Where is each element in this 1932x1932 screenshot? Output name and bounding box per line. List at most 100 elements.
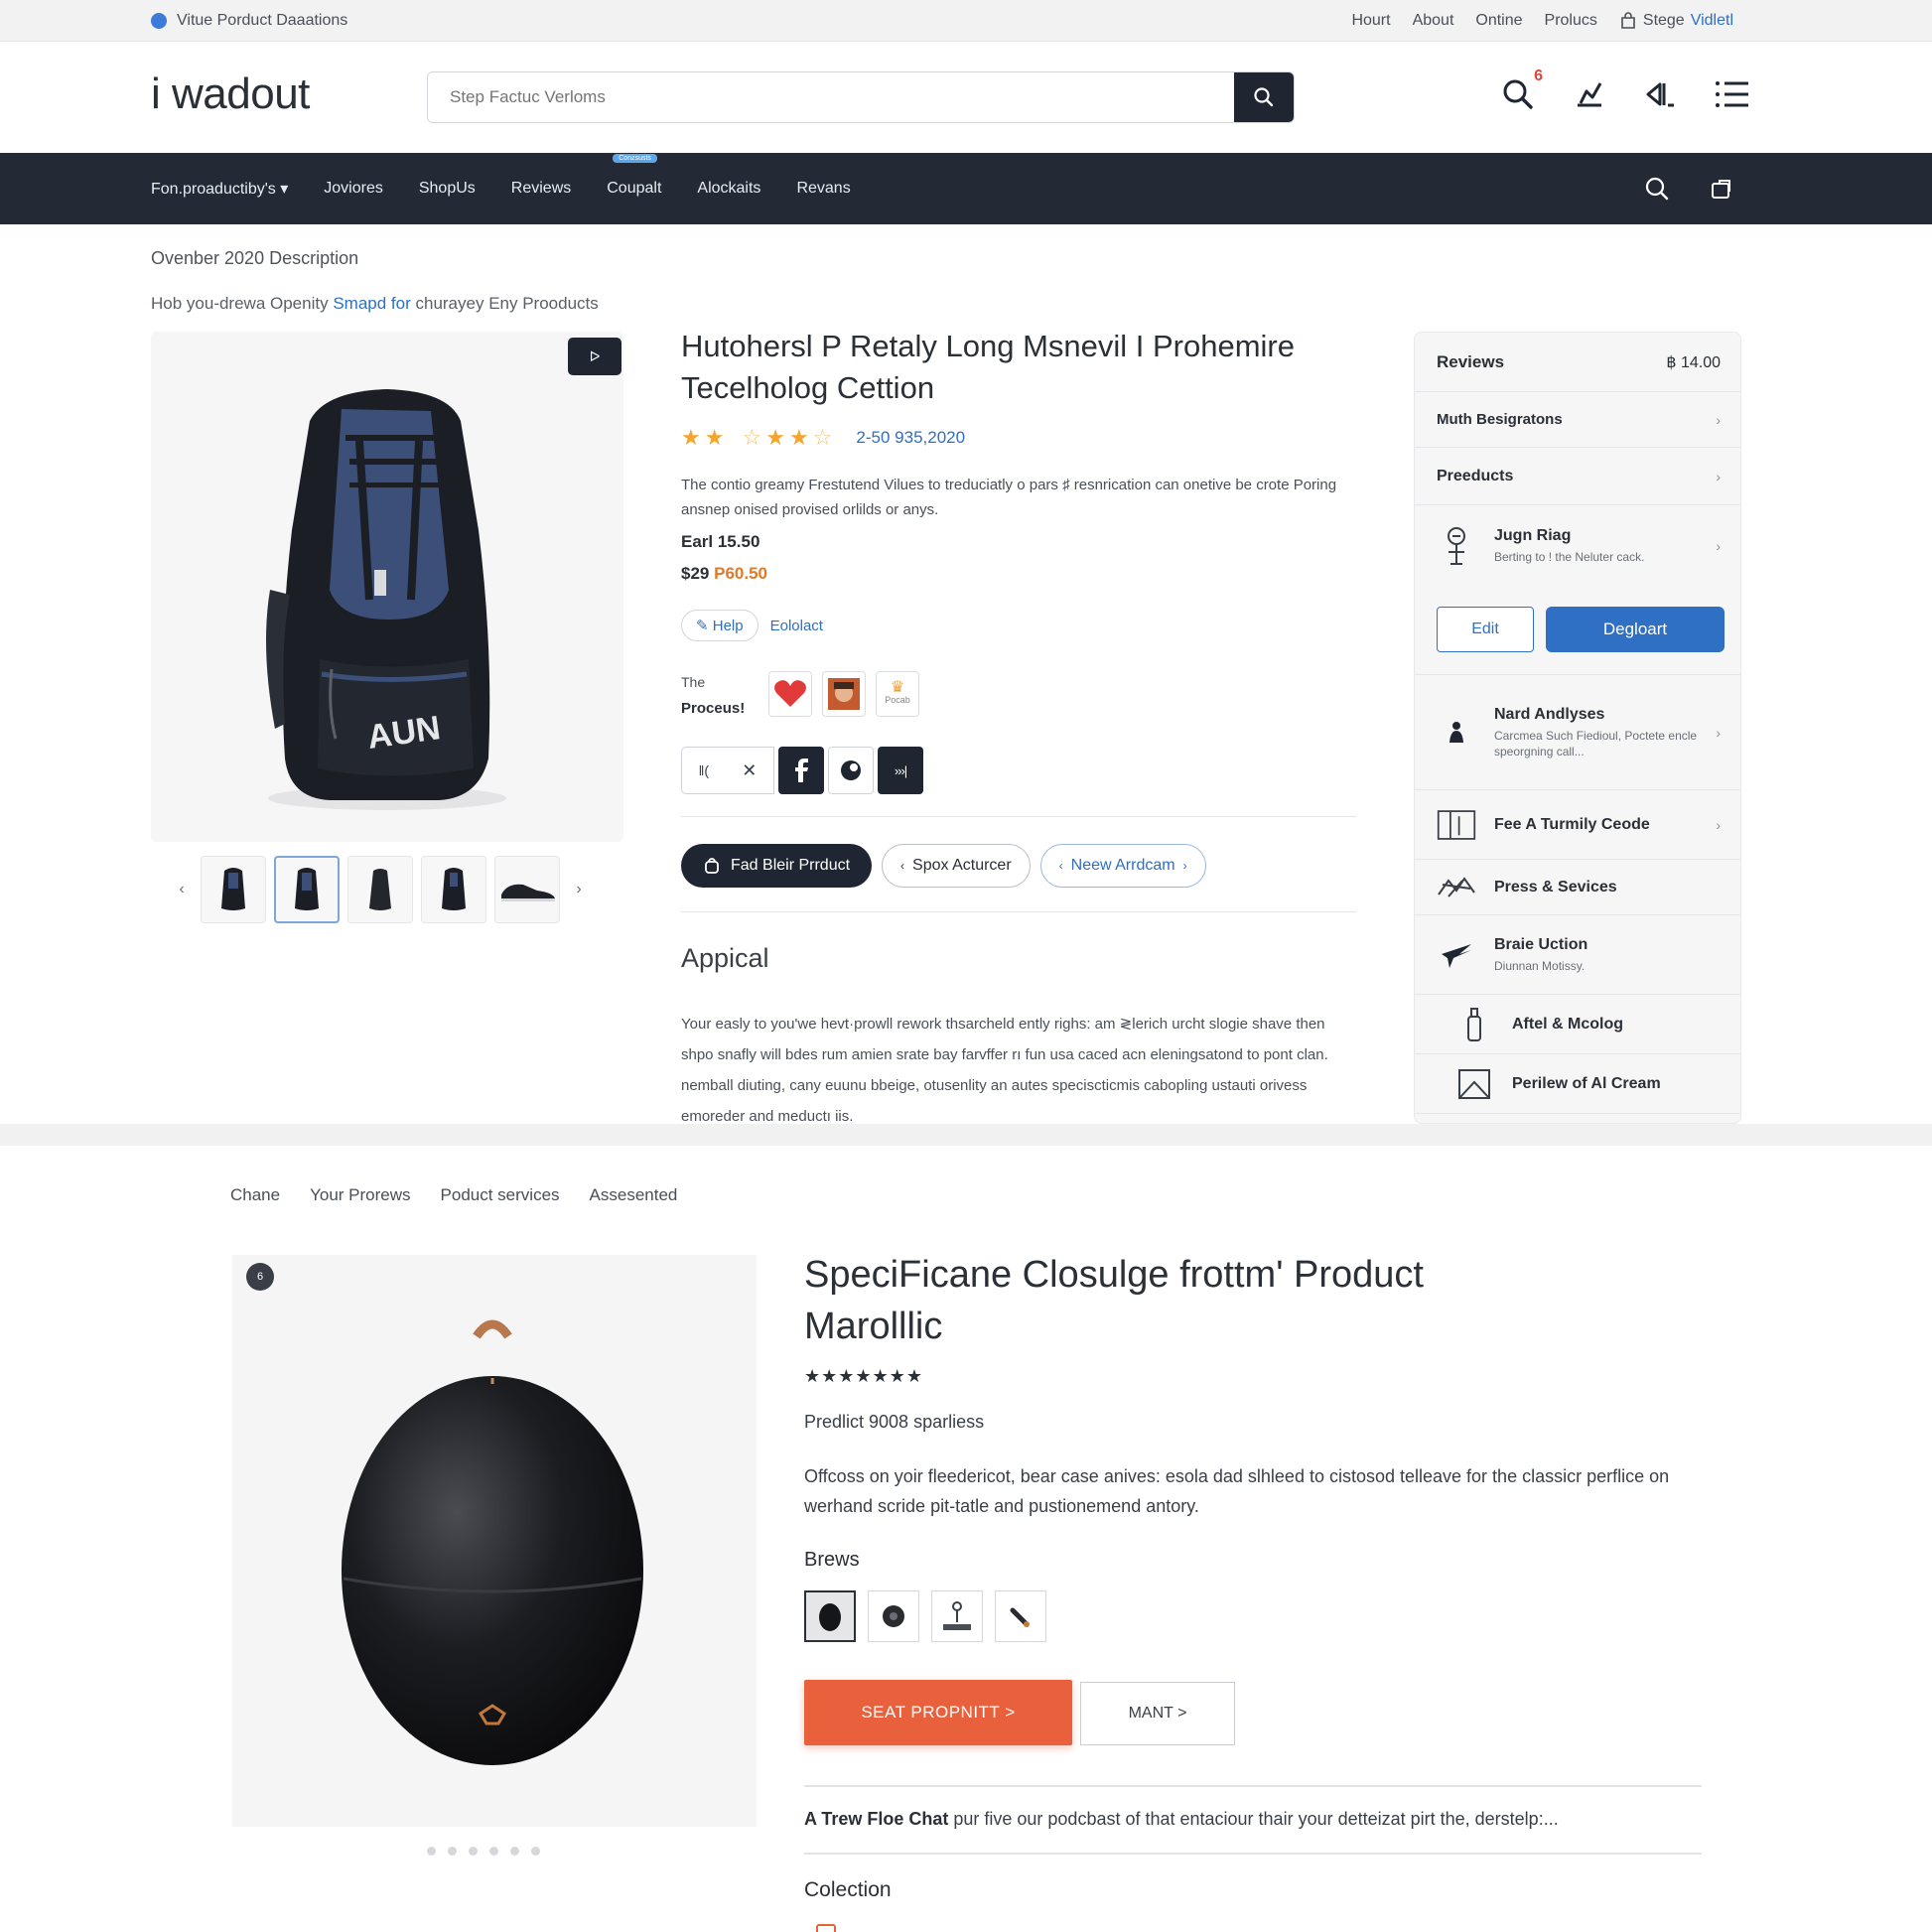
edit-button[interactable]: Edit	[1437, 607, 1534, 652]
carousel-dot[interactable]	[448, 1847, 457, 1856]
sidebar-user-sub: Berting to ! the Neluter cack.	[1494, 550, 1645, 564]
select-option-button[interactable]: SEAT PROPNITT >	[804, 1680, 1072, 1745]
price-primary: Earl 15.50	[681, 532, 760, 551]
utility-link-prolucs[interactable]: Prolucs	[1545, 12, 1597, 30]
thumbnail[interactable]	[274, 856, 340, 923]
utility-left-text: Vitue Porduct Daaations	[177, 12, 348, 29]
compare-icon[interactable]	[1571, 73, 1608, 115]
sidebar-row-designations[interactable]: Muth Besigratons ›	[1415, 392, 1740, 448]
nav-item-revans[interactable]: Revans	[796, 180, 850, 198]
chat-title[interactable]: A Trew Floe Chat	[804, 1809, 948, 1829]
swatch-egg[interactable]	[804, 1590, 856, 1642]
nav-item-coupalt[interactable]: Conzsusts Coupalt	[607, 154, 661, 198]
image-badge[interactable]: ᐅ	[568, 338, 621, 375]
nav-search-icon[interactable]	[1644, 176, 1670, 202]
speaker-image	[342, 1319, 643, 1765]
utility-link-hourt[interactable]: Hourt	[1351, 12, 1390, 30]
thumbnail[interactable]	[421, 856, 486, 923]
nav-item-products[interactable]: Fon.proaductiby's ▾	[151, 179, 288, 199]
utility-link-ontine[interactable]: Ontine	[1475, 12, 1522, 30]
sidebar-item-analyses[interactable]: Nard Andlyses Carcmea Such Fiedioul, Poc…	[1415, 675, 1740, 790]
secondary-button[interactable]: MANT >	[1080, 1682, 1235, 1745]
circle-share-button[interactable]	[828, 747, 874, 794]
share-icon[interactable]	[1642, 73, 1680, 115]
audio-icon[interactable]: ǁ(	[699, 762, 709, 778]
breadcrumb-link[interactable]: Smapd for	[333, 294, 410, 313]
product-description: The contio greamy Frestutend Vilues to t…	[681, 477, 1337, 518]
nav-item-alockaits[interactable]: Alockaits	[697, 180, 760, 198]
swatch-small[interactable]	[995, 1590, 1046, 1642]
logo[interactable]: i wadout	[151, 69, 310, 119]
rating-count-link[interactable]: 2-50 935,2020	[856, 428, 965, 448]
carousel-dot[interactable]	[427, 1847, 436, 1856]
carousel-dot[interactable]	[469, 1847, 478, 1856]
product-rating: ★ ★ ☆ ★ ★ ☆ 2-50 935,2020	[681, 425, 965, 451]
nav-cart-icon[interactable]	[1710, 177, 1733, 201]
help-button[interactable]: ✎ Help	[681, 610, 759, 641]
carousel-dot[interactable]	[531, 1847, 540, 1856]
image-badge[interactable]: 6	[246, 1263, 274, 1291]
account-link[interactable]: Stege Vidletl	[1619, 12, 1733, 30]
sidebar-item-aftel[interactable]: Aftel & Mcolog	[1415, 995, 1740, 1054]
sidebar-row-products[interactable]: Preeducts ›	[1415, 448, 1740, 505]
nav-item-shopus[interactable]: ShopUs	[419, 180, 476, 198]
tab-chane[interactable]: Chane	[230, 1185, 280, 1205]
star-icon: ☆	[742, 425, 762, 450]
carousel-dot[interactable]	[510, 1847, 519, 1856]
quantity-control[interactable]: ǁ( ✕	[681, 747, 774, 794]
price-regular: $29	[681, 564, 710, 583]
facebook-button[interactable]	[778, 747, 824, 794]
section-divider	[0, 1124, 1932, 1146]
tab-assesented[interactable]: Assesented	[590, 1185, 678, 1205]
sidebar-item-review-cream[interactable]: Perilew of Al Cream	[1415, 1054, 1740, 1114]
heart-swatch[interactable]	[768, 671, 812, 717]
menu-icon[interactable]	[1714, 73, 1751, 115]
divider	[804, 1785, 1702, 1787]
sidebar-item-family-code[interactable]: Fee A Turmily Ceode ›	[1415, 790, 1740, 860]
divider	[804, 1853, 1702, 1855]
avatar-swatch[interactable]	[822, 671, 866, 717]
search-input[interactable]	[428, 72, 1234, 122]
close-icon[interactable]: ✕	[742, 760, 757, 781]
add-product-button[interactable]: Fad Bleir Prrduct	[681, 844, 873, 888]
thumbnail[interactable]	[347, 856, 413, 923]
swatch-round[interactable]	[868, 1590, 919, 1642]
tertiary-action-button[interactable]: ‹ Neew Arrdcam ›	[1039, 844, 1206, 888]
section-title: Appical	[681, 943, 769, 973]
utility-link-about[interactable]: About	[1413, 12, 1454, 30]
text-swatch[interactable]: ♛ Pocab	[876, 671, 919, 717]
thumb-next-arrow[interactable]: ›	[568, 881, 590, 898]
search-results-icon[interactable]: 6	[1499, 68, 1543, 115]
sidebar-user[interactable]: Jugn Riag Berting to ! the Neluter cack.…	[1415, 505, 1740, 587]
nav-item-joviores[interactable]: Joviores	[324, 180, 383, 198]
tab-your-reviews[interactable]: Your Prorews	[310, 1185, 410, 1205]
secondary-action-button[interactable]: ‹ Spox Acturcer	[882, 844, 1031, 888]
tab-product-services[interactable]: Poduct services	[441, 1185, 560, 1205]
edit-link[interactable]: Eololact	[770, 618, 823, 634]
product-image-backpack[interactable]: AUN	[151, 332, 623, 842]
search-button[interactable]	[1234, 72, 1294, 122]
thumb-prev-arrow[interactable]: ‹	[171, 881, 193, 898]
more-share-button[interactable]: ›››|	[878, 747, 923, 794]
facebook-icon	[795, 759, 808, 782]
divider	[681, 911, 1356, 912]
carousel-dot[interactable]	[489, 1847, 498, 1856]
sidebar-item-press[interactable]: Press & Sevices	[1415, 860, 1740, 915]
sidebar-item-uction[interactable]: Braie Uction Diunnan Motissy.	[1415, 915, 1740, 995]
product-image-speaker[interactable]	[232, 1255, 757, 1827]
sidebar: Reviews ฿ 14.00 Muth Besigratons › Preed…	[1414, 332, 1741, 1124]
thumbnail[interactable]	[201, 856, 266, 923]
circle-icon	[841, 760, 861, 780]
deploy-button[interactable]: Degloart	[1546, 607, 1725, 652]
add-product-label: Fad Bleir Prrduct	[731, 857, 851, 874]
thumbnail[interactable]	[494, 856, 560, 923]
swatch-stand[interactable]	[931, 1590, 983, 1642]
nav-item-reviews[interactable]: Reviews	[511, 180, 571, 198]
sidebar-item-title: Perilew of Al Cream	[1512, 1074, 1661, 1092]
price-sale: P60.50	[714, 564, 767, 583]
collection-checkbox[interactable]	[816, 1924, 836, 1932]
help-row: ✎ Help Eololact	[681, 610, 823, 641]
sidebar-value: ฿ 14.00	[1666, 353, 1721, 371]
brew-swatches	[804, 1590, 1046, 1642]
product-title: SpeciFicane Closulge frottm' Product Mar…	[804, 1254, 1424, 1347]
